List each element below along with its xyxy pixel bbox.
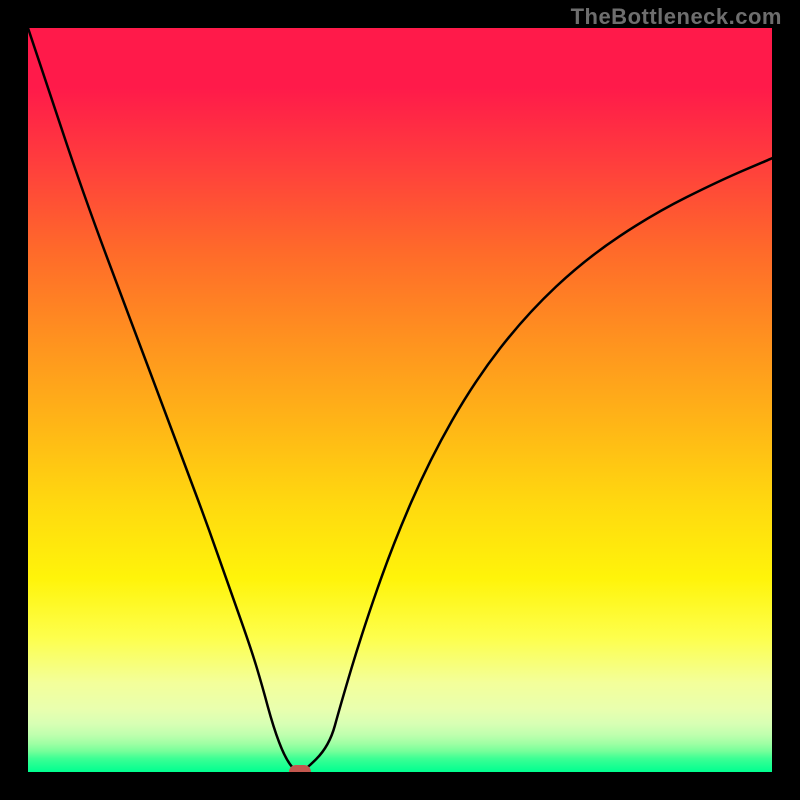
plot-area [28, 28, 772, 772]
bottleneck-curve-path [28, 28, 772, 772]
watermark-label: TheBottleneck.com [571, 4, 782, 30]
optimal-point-marker [289, 765, 311, 772]
chart-frame: TheBottleneck.com [0, 0, 800, 800]
curve-svg [28, 28, 772, 772]
